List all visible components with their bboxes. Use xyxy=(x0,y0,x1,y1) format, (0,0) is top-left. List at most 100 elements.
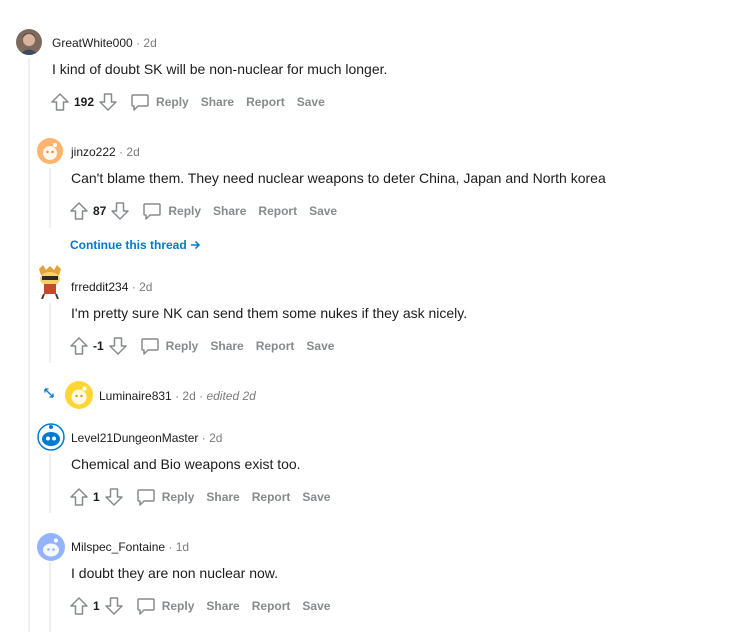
reply-button[interactable]: Reply xyxy=(140,336,198,356)
comment-body: I kind of doubt SK will be non-nuclear f… xyxy=(52,61,388,77)
comment-header: frreddit234 · 2d xyxy=(71,280,152,294)
continue-thread-link[interactable]: Continue this thread xyxy=(70,238,201,252)
separator: · xyxy=(131,280,136,294)
thread-line[interactable] xyxy=(49,303,51,363)
separator: · xyxy=(168,540,173,554)
comment-header: Milspec_Fontaine · 1d xyxy=(71,540,189,554)
downvote-button[interactable] xyxy=(108,336,128,356)
avatar[interactable] xyxy=(65,381,93,409)
save-button[interactable]: Save xyxy=(309,204,337,218)
reply-button[interactable]: Reply xyxy=(136,487,195,507)
separator: · xyxy=(201,431,206,445)
downvote-icon xyxy=(104,488,123,506)
timestamp[interactable]: 2d xyxy=(182,389,195,403)
timestamp[interactable]: 1d xyxy=(176,540,189,554)
comment-body: I'm pretty sure NK can send them some nu… xyxy=(71,305,468,321)
timestamp[interactable]: 2d xyxy=(126,145,139,159)
downvote-button[interactable] xyxy=(104,487,124,507)
vote-score: 1 xyxy=(93,599,100,613)
comment-body: Chemical and Bio weapons exist too. xyxy=(71,456,301,472)
upvote-icon xyxy=(51,93,69,111)
upvote-icon xyxy=(70,597,88,615)
thread-line[interactable] xyxy=(49,453,51,513)
thread-line[interactable] xyxy=(49,562,51,632)
comment-actions: 87 Reply Share Report Save xyxy=(69,199,337,223)
thread-line[interactable] xyxy=(28,58,30,632)
reply-label: Reply xyxy=(156,95,189,109)
share-button[interactable]: Share xyxy=(206,599,239,613)
arrow-right-icon xyxy=(191,240,201,250)
report-button[interactable]: Report xyxy=(252,490,291,504)
share-button[interactable]: Share xyxy=(210,339,243,353)
comment-header: jinzo222 · 2d xyxy=(71,145,140,159)
share-button[interactable]: Share xyxy=(201,95,234,109)
comment-body: I doubt they are non nuclear now. xyxy=(71,565,279,581)
vote-score: 87 xyxy=(93,204,107,218)
reply-button[interactable]: Reply xyxy=(130,92,189,112)
share-button[interactable]: Share xyxy=(206,490,239,504)
report-button[interactable]: Report xyxy=(258,204,297,218)
reply-label: Reply xyxy=(168,204,202,218)
vote-score: 1 xyxy=(93,490,100,504)
downvote-button[interactable] xyxy=(98,92,118,112)
author-name[interactable]: GreatWhite000 xyxy=(52,36,133,50)
downvote-icon xyxy=(108,337,127,355)
comment-header: Level21DungeonMaster · 2d xyxy=(71,431,222,445)
avatar[interactable] xyxy=(16,29,42,55)
author-name[interactable]: Luminaire831 xyxy=(99,389,172,403)
separator: · xyxy=(136,36,141,50)
reply-button[interactable]: Reply xyxy=(136,596,195,616)
upvote-button[interactable] xyxy=(69,487,89,507)
reply-label: Reply xyxy=(161,490,195,504)
author-name[interactable]: frreddit234 xyxy=(71,280,128,294)
avatar[interactable] xyxy=(37,533,65,561)
report-button[interactable]: Report xyxy=(252,599,291,613)
report-button[interactable]: Report xyxy=(246,95,285,109)
share-button[interactable]: Share xyxy=(213,204,246,218)
avatar[interactable] xyxy=(37,423,65,451)
thread-line[interactable] xyxy=(49,168,51,228)
vote-score: 192 xyxy=(74,95,95,109)
separator: · xyxy=(199,389,204,403)
report-button[interactable]: Report xyxy=(256,339,295,353)
comment-header: GreatWhite000 · 2d xyxy=(52,36,157,50)
downvote-icon xyxy=(99,93,117,111)
save-button[interactable]: Save xyxy=(302,490,330,504)
reply-label: Reply xyxy=(161,599,195,613)
comment-bubble-icon xyxy=(136,489,155,506)
author-name[interactable]: jinzo222 xyxy=(71,145,116,159)
author-name[interactable]: Milspec_Fontaine xyxy=(71,540,165,554)
comment-bubble-icon xyxy=(140,338,159,355)
comment-bubble-icon xyxy=(136,598,155,615)
reply-button[interactable]: Reply xyxy=(142,201,201,221)
avatar[interactable] xyxy=(37,265,63,299)
comment-body: Can't blame them. They need nuclear weap… xyxy=(71,170,606,186)
expand-arrows-icon xyxy=(44,388,54,398)
timestamp[interactable]: 2d xyxy=(143,36,156,50)
author-name[interactable]: Level21DungeonMaster xyxy=(71,431,198,445)
comment-header: Luminaire831 · 2d · edited 2d xyxy=(99,389,256,403)
timestamp[interactable]: 2d xyxy=(209,431,222,445)
comment-actions: 1 Reply Share Report Save xyxy=(69,594,330,618)
save-button[interactable]: Save xyxy=(306,339,334,353)
comment-actions: 1 Reply Share Report Save xyxy=(69,485,330,509)
timestamp[interactable]: 2d xyxy=(139,280,152,294)
vote-score: -1 xyxy=(93,339,104,353)
upvote-button[interactable] xyxy=(69,596,89,616)
downvote-icon xyxy=(104,597,123,615)
save-button[interactable]: Save xyxy=(302,599,330,613)
edited-label: edited 2d xyxy=(206,389,256,403)
upvote-icon xyxy=(70,337,88,355)
comment-actions: -1 Reply Share Report Save xyxy=(69,334,334,358)
upvote-button[interactable] xyxy=(69,336,89,356)
expand-thread-button[interactable] xyxy=(43,387,55,402)
save-button[interactable]: Save xyxy=(297,95,325,109)
downvote-button[interactable] xyxy=(104,596,124,616)
upvote-button[interactable] xyxy=(69,201,89,221)
avatar[interactable] xyxy=(37,138,63,164)
separator: · xyxy=(119,145,124,159)
upvote-icon xyxy=(70,202,88,220)
upvote-button[interactable] xyxy=(50,92,70,112)
downvote-button[interactable] xyxy=(110,201,130,221)
comment-bubble-icon xyxy=(143,203,162,220)
